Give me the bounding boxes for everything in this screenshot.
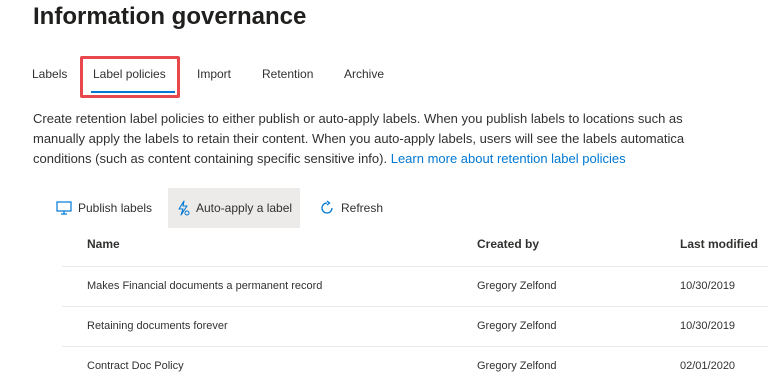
row-last-modified: 10/30/2019 bbox=[680, 320, 736, 332]
page-description: Create retention label policies to eithe… bbox=[33, 109, 768, 169]
publish-labels-label: Publish labels bbox=[78, 201, 153, 215]
row-created-by: Gregory Zelfond bbox=[477, 280, 557, 292]
row-name: Makes Financial documents a permanent re… bbox=[87, 280, 323, 292]
table-row[interactable]: Contract Doc Policy Gregory Zelfond 02/0… bbox=[62, 346, 768, 387]
refresh-button[interactable]: Refresh bbox=[313, 188, 389, 228]
tab-archive[interactable]: Archive bbox=[344, 67, 384, 81]
row-last-modified: 10/30/2019 bbox=[680, 280, 736, 292]
table-row[interactable]: Makes Financial documents a permanent re… bbox=[62, 266, 768, 307]
auto-apply-label: Auto-apply a label bbox=[196, 201, 293, 215]
monitor-icon bbox=[56, 201, 72, 215]
command-bar: Publish labels Auto-apply a label Refres… bbox=[50, 188, 750, 228]
row-name: Contract Doc Policy bbox=[87, 360, 184, 372]
publish-labels-button[interactable]: Publish labels bbox=[50, 188, 158, 228]
table-row[interactable]: Retaining documents forever Gregory Zelf… bbox=[62, 306, 768, 347]
column-header-last-modified[interactable]: Last modified bbox=[680, 237, 758, 251]
column-header-name[interactable]: Name bbox=[87, 237, 120, 251]
tab-import[interactable]: Import bbox=[197, 67, 231, 81]
tab-labels[interactable]: Labels bbox=[32, 67, 67, 81]
description-line-2: manually apply the labels to retain thei… bbox=[33, 131, 685, 146]
row-last-modified: 02/01/2020 bbox=[680, 360, 736, 372]
auto-apply-icon bbox=[178, 200, 190, 216]
description-line-3: conditions (such as content containing s… bbox=[33, 151, 388, 166]
table-header: Name Created by Last modified bbox=[0, 237, 768, 257]
tab-retention[interactable]: Retention bbox=[262, 67, 313, 81]
column-header-created-by[interactable]: Created by bbox=[477, 237, 539, 251]
row-created-by: Gregory Zelfond bbox=[477, 360, 557, 372]
learn-more-link[interactable]: Learn more about retention label policie… bbox=[391, 151, 626, 166]
tab-highlight-box bbox=[80, 56, 180, 98]
row-name: Retaining documents forever bbox=[87, 320, 228, 332]
row-created-by: Gregory Zelfond bbox=[477, 320, 557, 332]
refresh-icon bbox=[321, 200, 333, 214]
description-line-1: Create retention label policies to eithe… bbox=[33, 111, 683, 126]
auto-apply-button[interactable]: Auto-apply a label bbox=[168, 188, 301, 228]
page-title: Information governance bbox=[33, 3, 307, 30]
refresh-label: Refresh bbox=[341, 201, 384, 215]
